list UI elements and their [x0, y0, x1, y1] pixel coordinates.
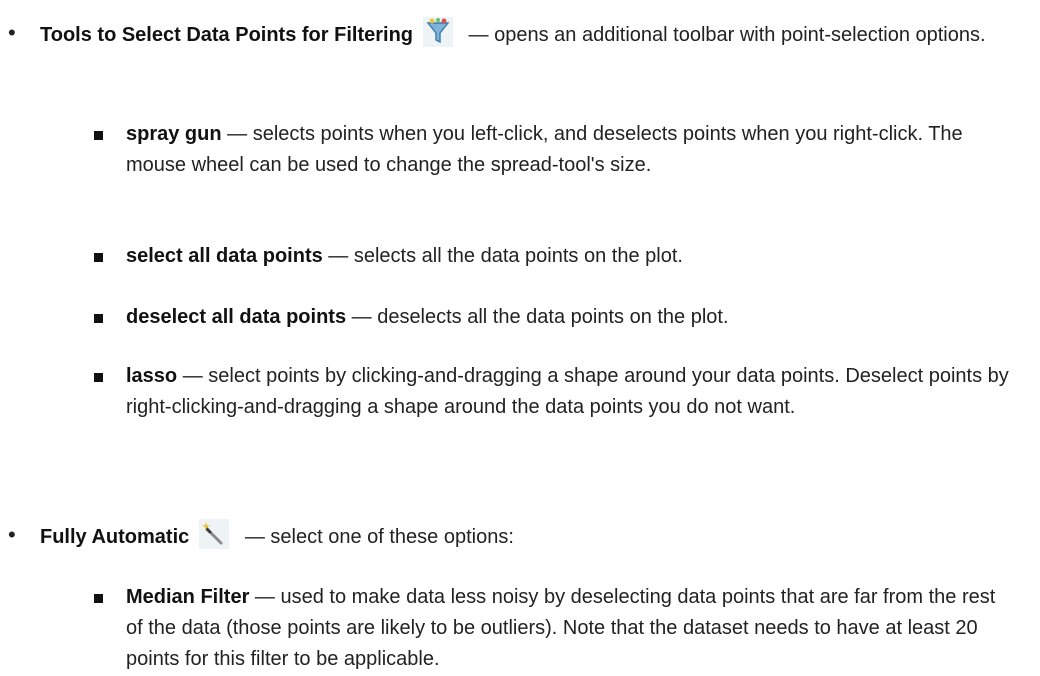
list-subitem-select-all: select all data points — selects all the…	[94, 241, 1016, 272]
bullet-square	[94, 131, 103, 140]
bullet-dot: •	[8, 522, 16, 547]
magic-wand-icon	[199, 519, 230, 549]
list-subitem-lasso: lasso — select points by clicking-and-dr…	[94, 361, 1016, 423]
item-title: Tools to Select Data Points for Filterin…	[40, 24, 413, 46]
subitem-term: Median Filter	[126, 586, 250, 608]
list-subitem-median-filter: Median Filter — used to make data less n…	[94, 582, 1016, 675]
subitem-term: select all data points	[126, 245, 323, 267]
bullet-square	[94, 373, 103, 382]
list-item-tools-select: • Tools to Select Data Points for Filter…	[8, 17, 1020, 51]
bullet-square	[94, 314, 103, 323]
subitem-text: — used to make data less noisy by desele…	[126, 586, 996, 670]
subitem-text: — select points by clicking-and-dragging…	[126, 365, 1009, 418]
help-page: • Tools to Select Data Points for Filter…	[0, 0, 1040, 676]
bullet-square	[94, 253, 103, 262]
subitem-text: — selects points when you left-click, an…	[126, 123, 963, 176]
bullet-square	[94, 594, 103, 603]
list-item-fully-automatic: • Fully Automatic — select one of these …	[8, 519, 1020, 553]
bullet-dot: •	[8, 20, 16, 45]
subitem-term: deselect all data points	[126, 306, 347, 328]
item-description: — opens an additional toolbar with point…	[463, 24, 986, 46]
subitem-term: lasso	[126, 365, 178, 387]
list-subitem-spray-gun: spray gun — selects points when you left…	[94, 119, 1016, 181]
item-title: Fully Automatic	[40, 526, 190, 548]
subitem-text: — selects all the data points on the plo…	[322, 245, 683, 267]
funnel-filter-icon	[423, 17, 453, 47]
subitem-text: — deselects all the data points on the p…	[346, 306, 729, 328]
list-subitem-deselect-all: deselect all data points — deselects all…	[94, 302, 1016, 333]
item-description: — select one of these options:	[239, 526, 514, 548]
subitem-term: spray gun	[126, 123, 222, 145]
